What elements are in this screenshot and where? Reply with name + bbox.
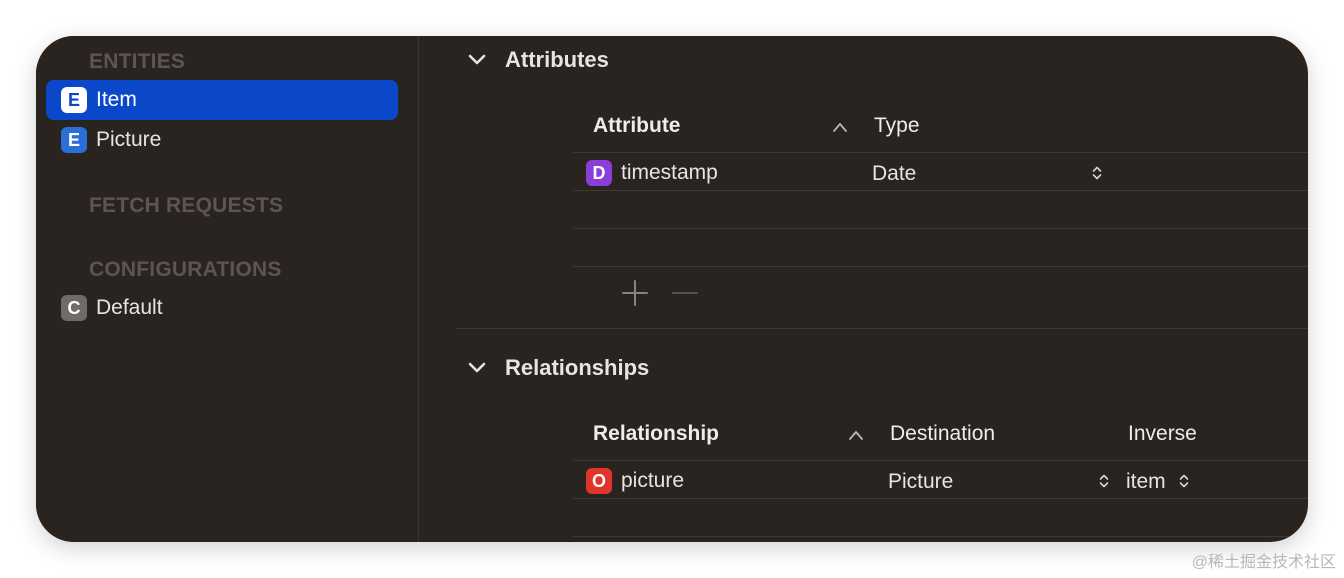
sidebar-item-default-configuration[interactable]: C Default [46,288,398,328]
divider [573,152,1308,153]
relationships-section-toggle[interactable]: Relationships [465,354,649,382]
divider [573,190,1308,191]
relationship-name: picture [621,469,685,492]
entities-section-title: ENTITIES [89,50,186,73]
relationship-badge-icon: O [586,468,612,494]
attribute-column-header[interactable]: Attribute [593,114,681,138]
destination-value: Picture [888,470,954,493]
attribute-type-select[interactable]: Date [872,159,916,189]
entity-editor: Attributes Attribute Type D timestamp Da… [419,36,1308,542]
sidebar: ENTITIES E Item E Picture FETCH REQUESTS… [36,36,419,542]
divider [573,228,1308,229]
inverse-select[interactable]: item [1126,467,1166,497]
date-type-badge-icon: D [586,160,612,186]
sidebar-item-label: Picture [96,128,162,151]
type-column-header[interactable]: Type [874,114,920,138]
divider [573,266,1308,267]
attribute-row[interactable]: D timestamp [586,158,718,188]
divider [573,536,1308,537]
inverse-value: item [1126,470,1166,493]
divider [573,498,1308,499]
configurations-section-title: CONFIGURATIONS [89,258,282,281]
sidebar-item-item-entity[interactable]: E Item [46,80,398,120]
chevron-down-icon [468,362,486,373]
destination-select[interactable]: Picture [888,467,953,497]
sidebar-item-label: Default [96,296,163,319]
chevron-down-icon [468,54,486,65]
relationship-row[interactable]: O picture [586,466,684,496]
stepper-icon[interactable] [1178,472,1190,490]
inverse-column-header[interactable]: Inverse [1128,422,1197,446]
sort-up-icon[interactable] [832,121,848,133]
sort-up-icon[interactable] [848,429,864,441]
destination-column-header[interactable]: Destination [890,422,995,446]
section-divider [456,328,1308,329]
attributes-section-title: Attributes [505,47,609,72]
sidebar-item-label: Item [96,88,137,111]
stepper-icon[interactable] [1091,164,1103,182]
configuration-badge-icon: C [61,295,87,321]
core-data-model-editor: ENTITIES E Item E Picture FETCH REQUESTS… [36,36,1308,542]
entity-badge-icon: E [61,87,87,113]
relationships-section-title: Relationships [505,355,650,380]
attributes-section-toggle[interactable]: Attributes [465,46,609,74]
attribute-type-value: Date [872,162,917,185]
sidebar-item-picture-entity[interactable]: E Picture [46,120,398,160]
divider [573,460,1308,461]
relationship-column-header[interactable]: Relationship [593,422,719,446]
fetch-requests-section-title: FETCH REQUESTS [89,194,284,217]
watermark: @稀土掘金技术社区 [1191,554,1336,571]
attribute-name: timestamp [621,161,718,184]
entity-badge-icon: E [61,127,87,153]
add-attribute-button[interactable] [621,279,649,307]
stepper-icon[interactable] [1098,472,1110,490]
remove-attribute-button[interactable] [671,279,699,307]
